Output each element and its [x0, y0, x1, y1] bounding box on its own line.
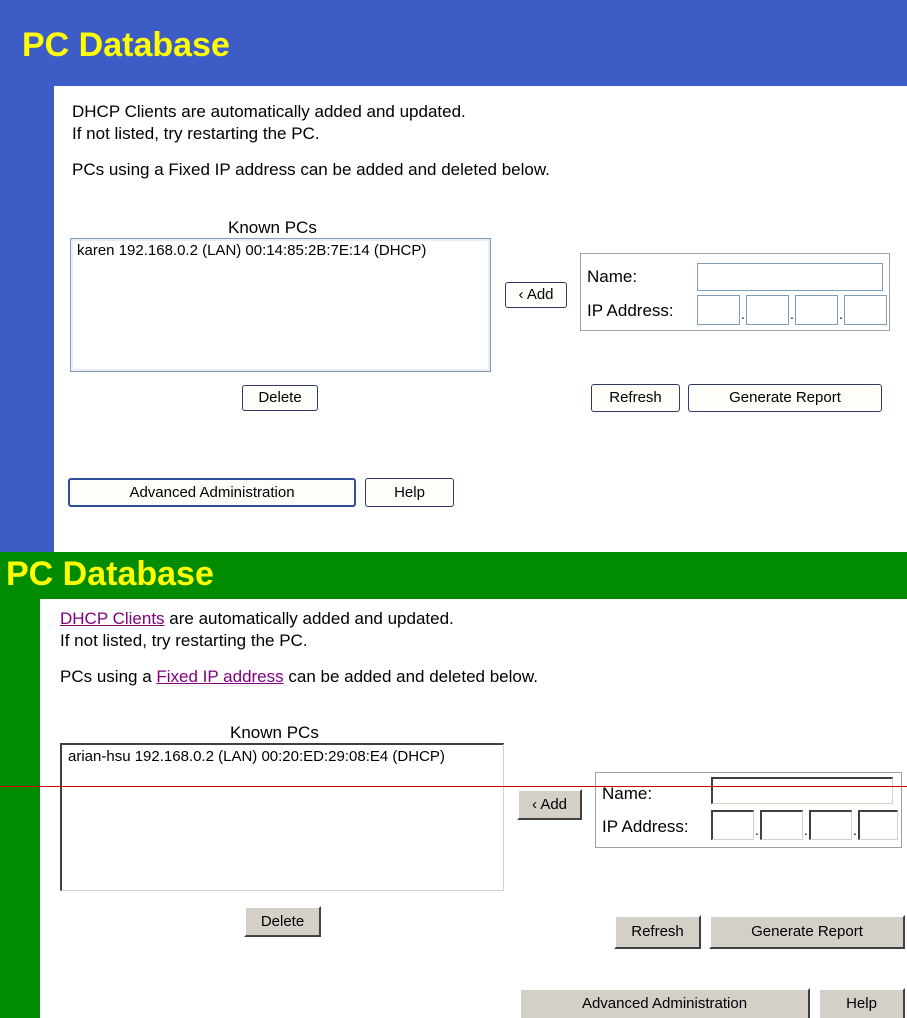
ip-octet-4[interactable]	[844, 295, 887, 325]
ip-octet-1[interactable]	[697, 295, 740, 325]
ip-dot: .	[804, 822, 808, 838]
name-field[interactable]	[711, 777, 893, 804]
ip-dot: .	[741, 306, 745, 322]
ip-octet-2[interactable]	[760, 810, 803, 840]
list-item[interactable]: arian-hsu 192.168.0.2 (LAN) 00:20:ED:29:…	[68, 748, 497, 765]
advanced-administration-button[interactable]: Advanced Administration	[68, 478, 356, 507]
fixed-ip-address-link[interactable]: Fixed IP address	[156, 667, 283, 686]
known-pcs-list[interactable]: karen 192.168.0.2 (LAN) 00:14:85:2B:7E:1…	[70, 238, 491, 372]
ip-address-label: IP Address:	[587, 301, 674, 320]
guide-line	[0, 786, 907, 787]
add-button[interactable]: ‹ Add	[517, 789, 582, 820]
name-field[interactable]	[697, 263, 883, 291]
refresh-button[interactable]: Refresh	[614, 915, 701, 949]
generate-report-button[interactable]: Generate Report	[688, 384, 882, 412]
ip-dot: .	[853, 822, 857, 838]
intro-line-1: DHCP Clients are automatically added and…	[72, 102, 466, 121]
known-pcs-label: Known PCs	[228, 218, 317, 237]
bottom-panel: PC Database DHCP Clients are automatical…	[0, 552, 907, 1018]
add-button[interactable]: ‹ Add	[505, 282, 567, 308]
intro-line-2: If not listed, try restarting the PC.	[60, 631, 308, 650]
intro-line-1: DHCP Clients are automatically added and…	[60, 609, 454, 629]
ip-octet-2[interactable]	[746, 295, 789, 325]
help-button[interactable]: Help	[818, 988, 905, 1018]
advanced-administration-button[interactable]: Advanced Administration	[519, 988, 810, 1018]
delete-button[interactable]: Delete	[244, 906, 321, 937]
intro-line-3: PCs using a Fixed IP address can be adde…	[72, 160, 550, 179]
ip-octet-3[interactable]	[809, 810, 852, 840]
page-title: PC Database	[6, 555, 214, 593]
dhcp-clients-link[interactable]: DHCP Clients	[60, 609, 165, 628]
ip-octet-1[interactable]	[711, 810, 754, 840]
ip-octet-3[interactable]	[795, 295, 838, 325]
intro-line-2: If not listed, try restarting the PC.	[72, 124, 320, 143]
known-pcs-label: Known PCs	[230, 723, 319, 742]
ip-address-label: IP Address:	[602, 817, 689, 836]
delete-button[interactable]: Delete	[242, 385, 318, 411]
refresh-button[interactable]: Refresh	[591, 384, 680, 412]
known-pcs-list[interactable]: arian-hsu 192.168.0.2 (LAN) 00:20:ED:29:…	[60, 743, 504, 891]
name-label: Name:	[602, 784, 653, 803]
page-title: PC Database	[22, 26, 230, 64]
intro-line-1-text: are automatically added and updated.	[164, 609, 454, 628]
intro-line-3-pre: PCs using a	[60, 667, 157, 686]
generate-report-button[interactable]: Generate Report	[709, 915, 905, 949]
ip-dot: .	[790, 306, 794, 322]
top-panel: PC Database DHCP Clients are automatical…	[0, 0, 907, 552]
help-button[interactable]: Help	[365, 478, 454, 507]
list-item[interactable]: karen 192.168.0.2 (LAN) 00:14:85:2B:7E:1…	[77, 242, 484, 259]
intro-line-3: PCs using a Fixed IP address can be adde…	[60, 667, 538, 687]
ip-octet-4[interactable]	[858, 810, 898, 840]
ip-dot: .	[755, 822, 759, 838]
intro-line-3-post: can be added and deleted below.	[283, 667, 538, 686]
name-label: Name:	[587, 267, 638, 286]
ip-dot: .	[839, 306, 843, 322]
